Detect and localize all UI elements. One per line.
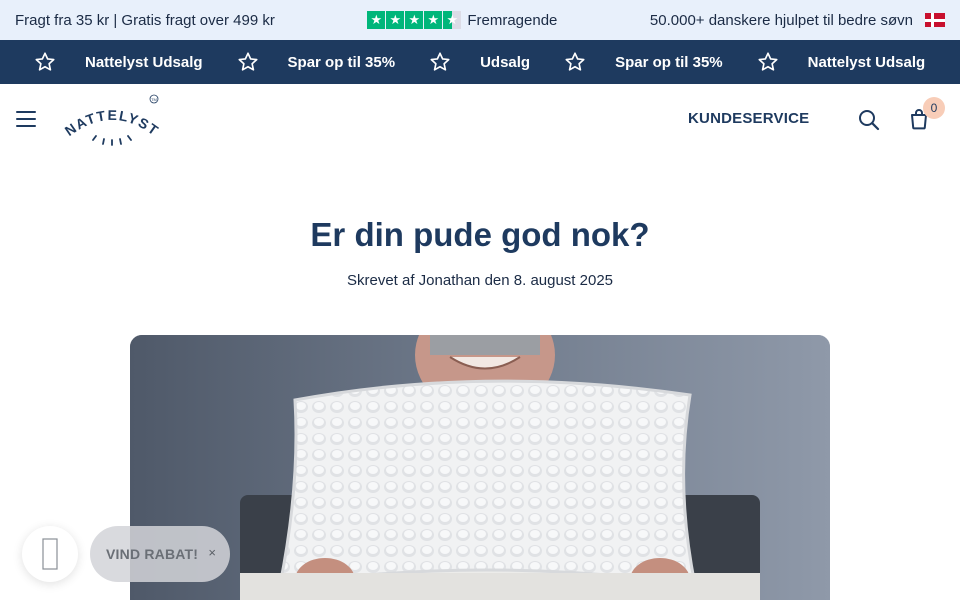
trustpilot-stars: ★ ★ ★ ★ ★	[367, 11, 462, 29]
shipping-info: Fragt fra 35 kr | Gratis fragt over 499 …	[15, 11, 275, 29]
gift-icon	[42, 538, 58, 570]
ticker-text: Nattelyst Udsalg	[85, 53, 203, 71]
ticker-item: Nattelyst Udsalg	[723, 51, 926, 73]
half-star-icon: ★	[443, 11, 462, 29]
ticker-text: Spar op til 35%	[287, 53, 396, 71]
ticker-text: Udsalg	[480, 53, 531, 71]
nattelyst-logo[interactable]: NATTELYST TM	[62, 92, 162, 148]
trustpilot-label: Fremragende	[467, 11, 558, 29]
article-byline: Skrevet af Jonathan den 8. august 2025	[346, 272, 614, 289]
ticker-text: Spar op til 35%	[615, 53, 723, 71]
pillow-photo	[130, 335, 830, 600]
ticker-item: Nattelyst Udsalg	[0, 51, 203, 73]
search-icon[interactable]	[857, 108, 881, 132]
gift-button[interactable]	[22, 526, 78, 582]
menu-icon[interactable]	[16, 111, 36, 127]
star-icon: ★	[405, 11, 424, 29]
customers-info: 50.000+ danskere hjulpet til bedre søvn	[650, 12, 945, 29]
star-outline-icon	[565, 52, 585, 71]
danish-flag-icon	[925, 13, 945, 27]
star-icon: ★	[386, 11, 405, 29]
article-title: Er din pude god nok?	[310, 216, 650, 253]
vind-rabat-label: VIND RABAT!	[106, 546, 199, 562]
ticker-item: Spar op til 35%	[203, 51, 396, 73]
nav-kundeservice[interactable]: KUNDESERVICE	[688, 110, 809, 127]
star-outline-icon	[35, 52, 55, 71]
trustpilot-rating[interactable]: ★ ★ ★ ★ ★ Fremragende	[367, 11, 557, 29]
vind-rabat-button[interactable]: VIND RABAT! ×	[90, 526, 230, 582]
cart-count-badge: 0	[923, 97, 945, 119]
star-outline-icon	[758, 52, 778, 71]
top-info-bar: Fragt fra 35 kr | Gratis fragt over 499 …	[0, 0, 960, 40]
customers-text: 50.000+ danskere hjulpet til bedre søvn	[649, 11, 913, 29]
ticker-item	[925, 51, 960, 73]
ticker-text: Nattelyst Udsalg	[807, 53, 926, 71]
svg-text:TM: TM	[151, 97, 157, 102]
promo-ticker: Nattelyst Udsalg Spar op til 35% Udsalg …	[0, 40, 960, 84]
star-icon: ★	[367, 11, 386, 29]
ticker-item: Spar op til 35%	[530, 51, 723, 73]
article-hero-image	[130, 335, 830, 600]
star-outline-icon	[238, 52, 258, 71]
ticker-item: Udsalg	[395, 51, 530, 73]
site-header: NATTELYST TM KUNDESERVICE 0	[0, 84, 960, 154]
star-outline-icon	[430, 52, 450, 71]
svg-text:NATTELYST: NATTELYST	[62, 107, 162, 139]
star-icon: ★	[424, 11, 443, 29]
close-icon[interactable]: ×	[208, 545, 216, 560]
